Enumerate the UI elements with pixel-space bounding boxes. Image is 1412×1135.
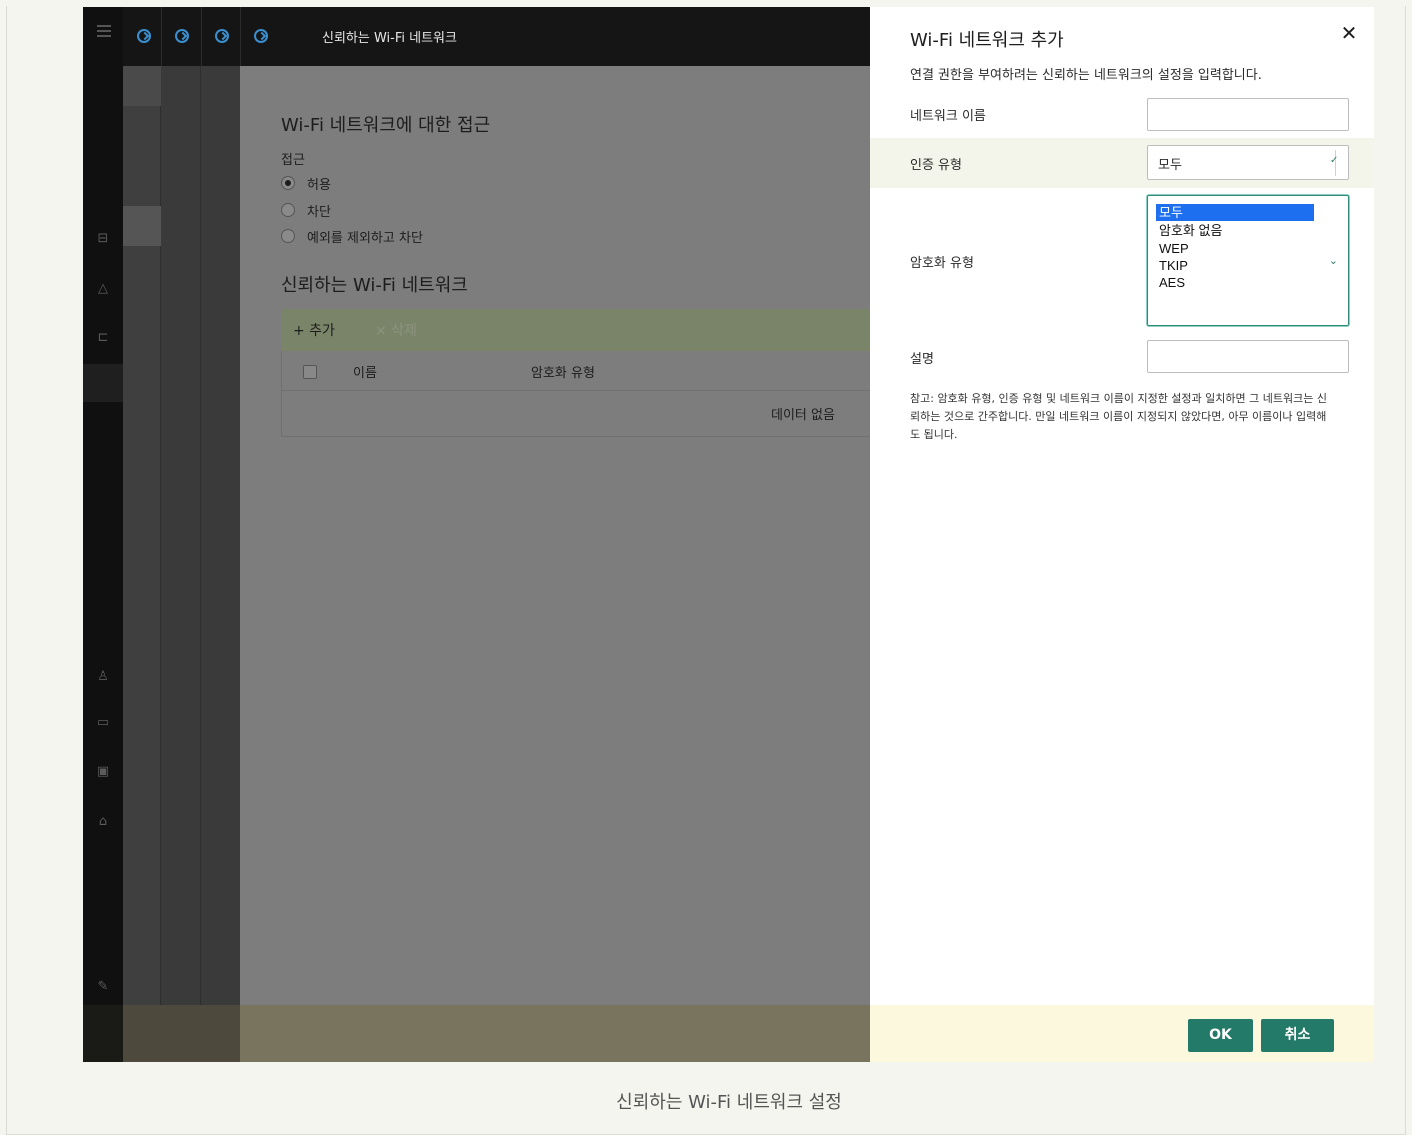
auth-type-select[interactable]: 모두 ✓ bbox=[1147, 145, 1349, 180]
nav-rail-active-item[interactable] bbox=[83, 364, 123, 402]
access-heading: Wi-Fi 네트워크에 대한 접근 bbox=[281, 115, 491, 136]
drawer-subtitle: 연결 권한을 부여하려는 신뢰하는 네트워크의 설정을 입력합니다. bbox=[910, 68, 1262, 83]
nav-column-4 bbox=[201, 7, 240, 1062]
description-label: 설명 bbox=[910, 352, 934, 367]
breadcrumb-icon[interactable] bbox=[215, 29, 229, 43]
radio-block-except[interactable] bbox=[281, 229, 295, 243]
page-title: 신뢰하는 Wi-Fi 네트워크 bbox=[322, 31, 457, 46]
warning-icon[interactable]: △ bbox=[95, 281, 111, 297]
wrench-icon[interactable]: ✎ bbox=[95, 979, 111, 995]
encryption-type-label: 암호화 유형 bbox=[910, 256, 974, 271]
radio-block-label: 차단 bbox=[307, 205, 331, 220]
footer-dimmed bbox=[83, 1005, 870, 1062]
drawer-title: Wi-Fi 네트워크 추가 bbox=[910, 30, 1064, 51]
access-label: 접근 bbox=[281, 153, 305, 168]
close-icon[interactable]: ✕ bbox=[1338, 22, 1360, 44]
breadcrumb-icon[interactable] bbox=[175, 29, 189, 43]
encryption-option[interactable]: TKIP bbox=[1156, 257, 1314, 274]
figure-caption: 신뢰하는 Wi-Fi 네트워크 설정 bbox=[616, 1092, 842, 1113]
nav-column-2 bbox=[123, 7, 161, 1062]
top-bar: 신뢰하는 Wi-Fi 네트워크 bbox=[123, 7, 870, 66]
hierarchy-icon[interactable]: ⊏ bbox=[95, 330, 111, 346]
encryption-type-listbox[interactable]: 모두 암호화 없음 WEP TKIP AES ⌄ bbox=[1147, 195, 1349, 326]
encryption-option[interactable]: 모두 bbox=[1155, 203, 1315, 222]
main-content-dimmed bbox=[240, 66, 870, 1062]
network-name-input[interactable] bbox=[1147, 98, 1349, 131]
note-text: 참고: 암호화 유형, 인증 유형 및 네트워크 이름이 지정한 설정과 일치하… bbox=[910, 392, 1327, 441]
chevron-down-icon: ✓ bbox=[1330, 155, 1339, 166]
add-network-drawer: Wi-Fi 네트워크 추가 ✕ 연결 권한을 부여하려는 신뢰하는 네트워크의 … bbox=[870, 7, 1374, 1062]
menu-icon[interactable] bbox=[97, 25, 111, 37]
delete-button[interactable]: × 삭제 bbox=[375, 320, 417, 340]
network-name-label: 네트워크 이름 bbox=[910, 109, 986, 124]
cancel-button[interactable]: 취소 bbox=[1261, 1019, 1334, 1052]
table-empty-text: 데이터 없음 bbox=[771, 408, 835, 423]
select-all-checkbox[interactable] bbox=[303, 365, 317, 379]
trusted-networks-heading: 신뢰하는 Wi-Fi 네트워크 bbox=[281, 275, 468, 296]
encryption-option[interactable]: WEP bbox=[1156, 240, 1314, 257]
add-button[interactable]: + 추가 bbox=[293, 320, 335, 340]
breadcrumb-icon[interactable] bbox=[137, 29, 151, 43]
table-toolbar bbox=[281, 309, 870, 351]
ok-button[interactable]: OK bbox=[1188, 1019, 1253, 1052]
radio-allow-label: 허용 bbox=[307, 178, 331, 193]
nav-column-3 bbox=[161, 7, 201, 1062]
basket-icon[interactable]: ⌂ bbox=[95, 814, 111, 830]
auth-type-label: 인증 유형 bbox=[910, 158, 962, 173]
column-header-encryption[interactable]: 암호화 유형 bbox=[531, 362, 595, 381]
chevron-down-icon: ⌄ bbox=[1328, 254, 1338, 267]
column-header-name[interactable]: 이름 bbox=[353, 362, 377, 381]
radio-block[interactable] bbox=[281, 203, 295, 217]
nav-rail: ⊟ △ ⊏ ♙ ▭ ▣ ⌂ ✎ ◎ bbox=[83, 7, 123, 1062]
radio-allow[interactable] bbox=[281, 176, 295, 190]
screenshot: ⊟ △ ⊏ ♙ ▭ ▣ ⌂ ✎ ◎ 신뢰하는 Wi-Fi 네트워크 Wi-Fi … bbox=[83, 7, 1374, 1062]
radio-block-except-label: 예외를 제외하고 차단 bbox=[307, 231, 423, 246]
devices-icon[interactable]: ▭ bbox=[95, 715, 111, 731]
monitor-icon[interactable]: ⊟ bbox=[95, 231, 111, 247]
display-icon[interactable]: ▣ bbox=[95, 764, 111, 780]
user-icon[interactable]: ♙ bbox=[95, 669, 111, 685]
breadcrumb-icon[interactable] bbox=[254, 29, 268, 43]
encryption-option[interactable]: AES bbox=[1156, 274, 1314, 291]
description-input[interactable] bbox=[1147, 340, 1349, 373]
encryption-option[interactable]: 암호화 없음 bbox=[1156, 222, 1314, 239]
auth-type-value: 모두 bbox=[1158, 158, 1182, 173]
